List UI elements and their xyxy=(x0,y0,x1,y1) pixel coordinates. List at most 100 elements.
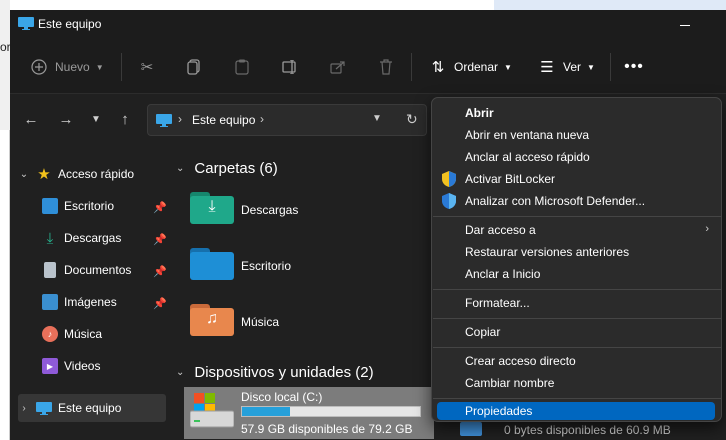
address-bar[interactable]: › Este equipo › ▼ ↻ xyxy=(147,104,427,136)
chevron-right-icon: › xyxy=(22,402,26,414)
menu-item-bitlocker[interactable]: Activar BitLocker xyxy=(432,168,721,190)
forward-arrow-icon[interactable]: → xyxy=(56,110,76,130)
menu-item-open[interactable]: Abrir xyxy=(432,102,721,124)
title-bar[interactable]: Este equipo xyxy=(10,10,726,40)
folder-label[interactable]: Descargas xyxy=(241,203,298,217)
menu-item-pin-quick-access[interactable]: Anclar al acceso rápido xyxy=(432,146,721,168)
more-options-button[interactable]: ••• xyxy=(624,55,644,79)
menu-separator xyxy=(433,347,722,348)
recent-chevron-icon[interactable]: ▼ xyxy=(86,110,106,130)
chevron-down-icon: ▼ xyxy=(587,62,595,72)
view-button[interactable]: ☰ Ver ▼ xyxy=(538,55,595,79)
menu-item-label: Activar BitLocker xyxy=(465,172,556,186)
sidebar-item-this-pc[interactable]: › Este equipo xyxy=(18,395,121,421)
rename-button[interactable] xyxy=(281,55,299,79)
paste-button[interactable] xyxy=(233,55,251,79)
menu-item-label: Abrir en ventana nueva xyxy=(465,128,590,142)
minimize-button[interactable] xyxy=(670,16,700,34)
shield-icon xyxy=(442,193,456,209)
menu-item-restore-versions[interactable]: Restaurar versiones anteriores xyxy=(432,241,721,263)
up-arrow-icon[interactable]: ↑ xyxy=(115,110,135,130)
menu-separator xyxy=(433,289,722,290)
new-label: Nuevo xyxy=(55,60,90,74)
sidebar-item-quick-access[interactable]: ⌄ ★ Acceso rápido xyxy=(18,161,134,187)
delete-button[interactable] xyxy=(377,55,395,79)
menu-item-properties[interactable]: Propiedades xyxy=(437,402,715,420)
drive-c-item[interactable]: Disco local (C:) 57.9 GB disponibles de … xyxy=(184,387,434,439)
download-icon: ⤓ xyxy=(208,198,216,215)
menu-item-label: Propiedades xyxy=(465,404,533,418)
music-note-icon: ♫ xyxy=(206,310,218,327)
view-list-icon: ☰ xyxy=(540,59,554,76)
menu-separator xyxy=(433,216,722,217)
view-label: Ver xyxy=(563,60,582,74)
image-icon xyxy=(42,294,58,310)
sort-label: Ordenar xyxy=(454,60,499,74)
new-button[interactable]: Nuevo ▼ xyxy=(30,55,104,79)
menu-item-label: Crear acceso directo xyxy=(465,354,576,368)
folder-downloads[interactable]: ⤓ xyxy=(190,190,234,224)
menu-item-label: Formatear... xyxy=(465,296,530,310)
shield-icon xyxy=(442,171,456,187)
folder-label[interactable]: Música xyxy=(241,315,279,329)
drive2-free-space: 0 bytes disponibles de 60.9 MB xyxy=(504,423,671,437)
sidebar-item-downloads[interactable]: ⤓ Descargas xyxy=(36,225,122,251)
folder-body xyxy=(190,252,234,280)
drive-usage-bar xyxy=(241,406,421,417)
download-icon: ⤓ xyxy=(46,229,54,247)
folder-label[interactable]: Escritorio xyxy=(241,259,291,273)
menu-item-copy[interactable]: Copiar xyxy=(432,321,721,343)
menu-item-pin-start[interactable]: Anclar a Inicio xyxy=(432,263,721,285)
refresh-icon[interactable]: ↻ xyxy=(406,111,418,128)
sidebar-item-label: Este equipo xyxy=(58,401,122,415)
share-button[interactable] xyxy=(329,55,347,79)
file-explorer-window: Este equipo Nuevo ▼ ✂ ⇅ Ordenar ▼ ☰ Ver … xyxy=(10,10,726,440)
document-icon xyxy=(44,262,56,278)
plus-circle-icon xyxy=(30,58,48,76)
menu-item-open-new-window[interactable]: Abrir en ventana nueva xyxy=(432,124,721,146)
back-arrow-icon[interactable]: ← xyxy=(21,110,41,130)
rename-icon xyxy=(281,58,299,76)
menu-item-label: Dar acceso a xyxy=(465,223,536,237)
menu-item-create-shortcut[interactable]: Crear acceso directo xyxy=(432,350,721,372)
address-dropdown-icon[interactable]: ▼ xyxy=(372,113,382,124)
folder-music[interactable]: ♫ xyxy=(190,302,234,336)
more-dots-icon: ••• xyxy=(624,58,644,75)
sidebar-item-label: Descargas xyxy=(64,231,122,245)
breadcrumb-item[interactable]: Este equipo xyxy=(192,113,255,127)
pin-icon[interactable]: 📌 xyxy=(153,265,167,278)
pin-icon[interactable]: 📌 xyxy=(153,201,167,214)
devices-group-header[interactable]: ⌄ Dispositivos y unidades (2) xyxy=(176,364,374,381)
sidebar-item-desktop[interactable]: Escritorio xyxy=(36,193,114,219)
hard-drive-icon xyxy=(190,393,234,428)
menu-item-rename[interactable]: Cambiar nombre xyxy=(432,372,721,394)
drive-free-space: 57.9 GB disponibles de 79.2 GB xyxy=(241,422,413,436)
menu-item-give-access[interactable]: Dar acceso a › xyxy=(432,219,721,241)
copy-button[interactable] xyxy=(185,55,203,79)
chevron-right-icon: › xyxy=(705,223,709,235)
sidebar-item-videos[interactable]: ▶ Videos xyxy=(36,353,100,379)
share-icon xyxy=(329,58,347,76)
sidebar-item-images[interactable]: Imágenes xyxy=(36,289,117,315)
menu-item-format[interactable]: Formatear... xyxy=(432,292,721,314)
sidebar-item-label: Acceso rápido xyxy=(58,167,135,181)
sidebar-item-music[interactable]: ♪ Música xyxy=(36,321,102,347)
folder-desktop[interactable] xyxy=(190,246,234,280)
desktop-icon xyxy=(42,198,58,214)
pin-icon[interactable]: 📌 xyxy=(153,297,167,310)
sidebar-item-label: Imágenes xyxy=(64,295,117,309)
sort-button[interactable]: ⇅ Ordenar ▼ xyxy=(429,55,512,79)
music-icon: ♪ xyxy=(42,326,58,342)
pin-icon[interactable]: 📌 xyxy=(153,233,167,246)
navigation-pane: ⌄ ★ Acceso rápido Escritorio 📌 ⤓ Descarg… xyxy=(10,146,170,440)
background-window-top xyxy=(494,0,726,10)
breadcrumb-chevron-icon[interactable]: › xyxy=(260,112,264,126)
drive-usage-fill xyxy=(242,407,291,416)
menu-item-defender-scan[interactable]: Analizar con Microsoft Defender... xyxy=(432,190,721,212)
sidebar-item-documents[interactable]: Documentos xyxy=(36,257,131,283)
folders-group-header[interactable]: ⌄ Carpetas (6) xyxy=(176,160,278,177)
chevron-down-icon: ⌄ xyxy=(176,367,185,378)
cut-button[interactable]: ✂ xyxy=(138,55,156,79)
clipboard-icon xyxy=(233,58,251,76)
scissors-icon: ✂ xyxy=(140,59,154,76)
